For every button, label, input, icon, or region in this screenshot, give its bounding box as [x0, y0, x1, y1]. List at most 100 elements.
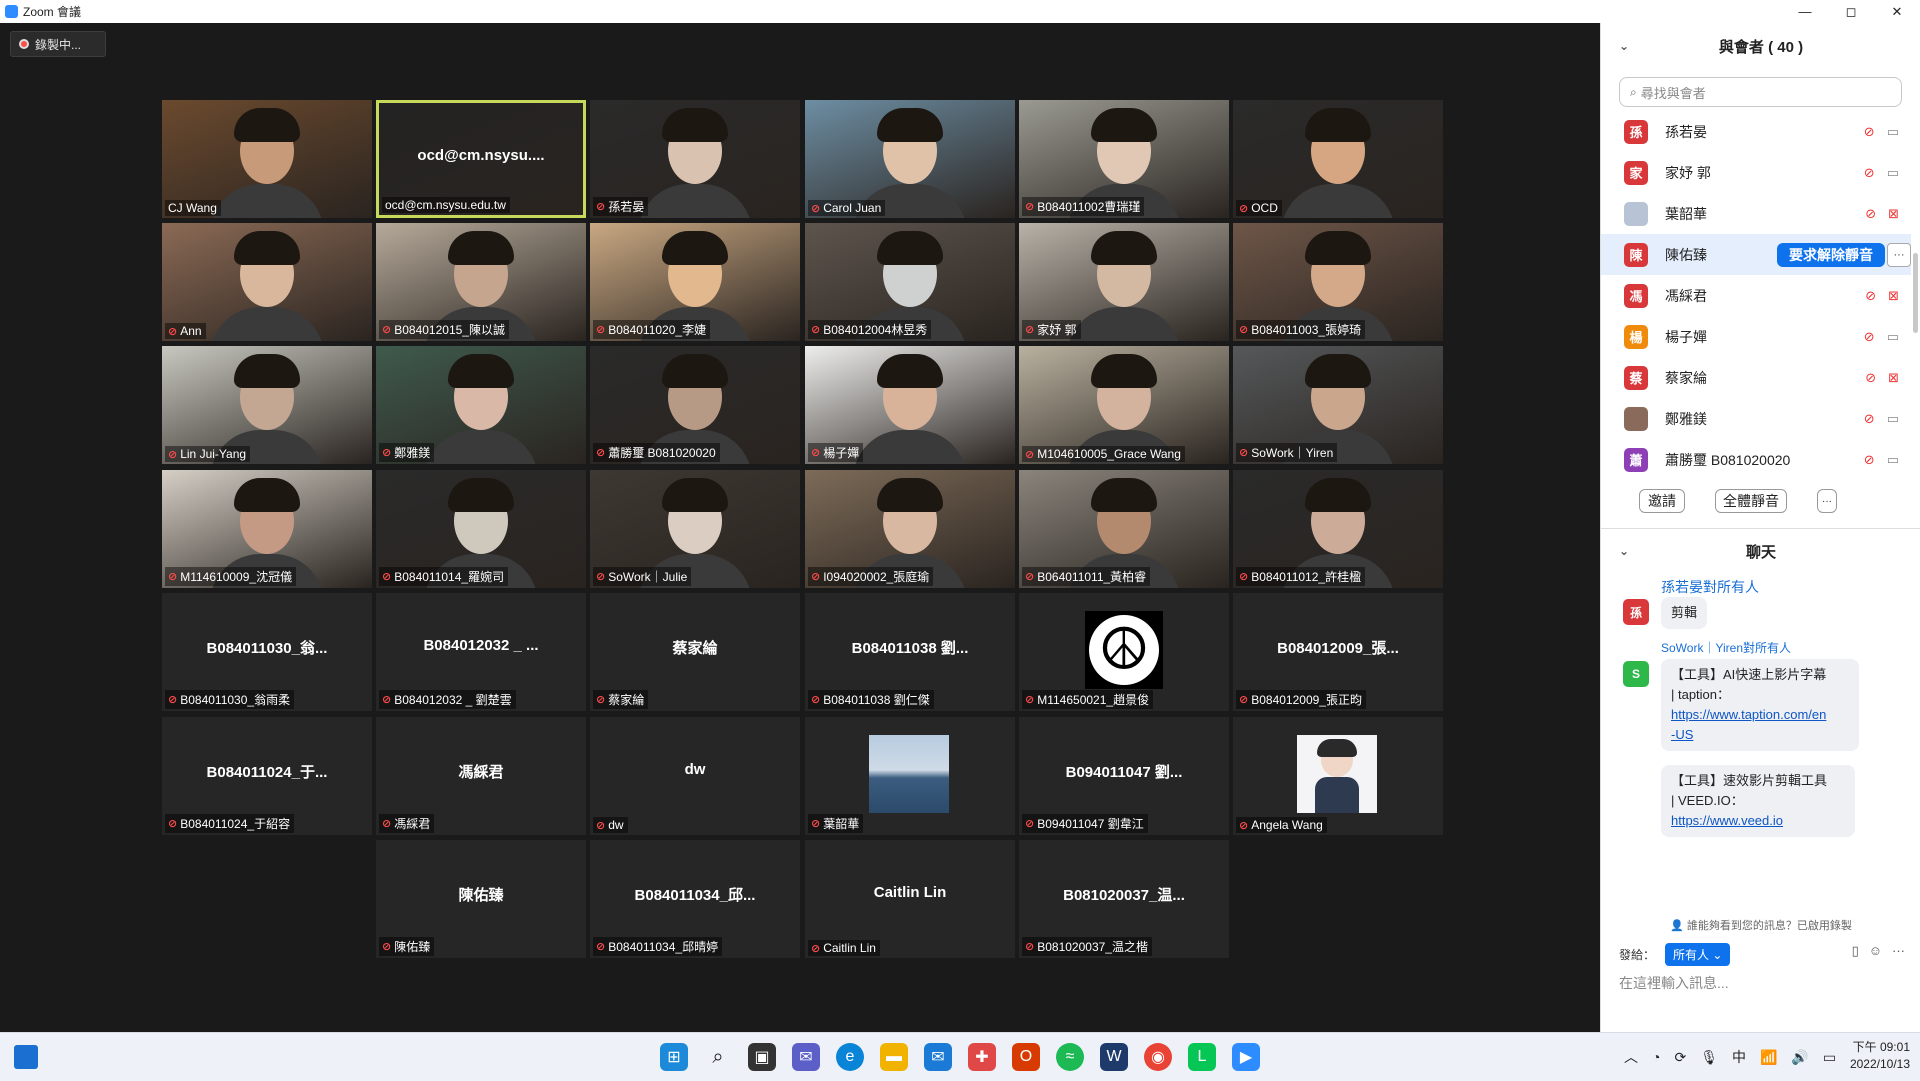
battery-icon[interactable]: ▭	[1823, 1049, 1836, 1066]
edge-browser-icon[interactable]: e	[836, 1043, 864, 1071]
video-tile[interactable]: 陳佑臻 ⊘ 陳佑臻	[376, 840, 586, 958]
video-tile[interactable]: ⊘ 葉韶華	[805, 717, 1015, 835]
notes-app-icon[interactable]: W	[1100, 1043, 1128, 1071]
video-tile[interactable]: B084011030_翁... ⊘ B084011030_翁雨柔	[162, 593, 372, 711]
chat-input[interactable]: 在這裡輸入訊息...	[1619, 973, 1729, 993]
chat-link[interactable]: -US	[1671, 727, 1693, 742]
tray-app-icon[interactable]: ◔	[1652, 1049, 1660, 1065]
volume-icon[interactable]: 🔊	[1791, 1049, 1808, 1066]
video-tile[interactable]: ⊘ Ann	[162, 223, 372, 341]
search-taskbar-icon[interactable]: ⌕	[704, 1043, 732, 1071]
video-camera-icon[interactable]: ▭	[1887, 329, 1899, 345]
video-tile[interactable]: ⊘ Angela Wang	[1233, 717, 1443, 835]
video-tile[interactable]: ⊘ OCD	[1233, 100, 1443, 218]
participant-row[interactable]: 孫孫若晏 ⊘ ▭	[1601, 111, 1911, 152]
video-tile[interactable]: ⊘ B084011003_張婷琦	[1233, 223, 1443, 341]
line-app-icon[interactable]: L	[1188, 1043, 1216, 1071]
spotify-icon[interactable]: ≈	[1056, 1043, 1084, 1071]
video-tile[interactable]: CJ Wang	[162, 100, 372, 218]
video-tile[interactable]: ⊘ B084012015_陳以誠	[376, 223, 586, 341]
video-tile[interactable]: B084011034_邱... ⊘ B084011034_邱晴婷	[590, 840, 800, 958]
participant-more-button[interactable]: ···	[1887, 242, 1911, 267]
video-tile[interactable]: ⊘ Carol Juan	[805, 100, 1015, 218]
video-camera-icon[interactable]: ▭	[1887, 165, 1899, 181]
send-to-dropdown[interactable]: 所有人 ⌄	[1665, 943, 1731, 966]
chat-visibility-notice[interactable]: 👤 誰能夠看到您的訊息？已啟用錄製	[1601, 917, 1920, 933]
wifi-icon[interactable]: 📶	[1760, 1049, 1777, 1066]
collapse-chevron-icon[interactable]: ⌄	[1619, 39, 1629, 53]
participants-more-button[interactable]: ···	[1817, 489, 1837, 513]
video-tile[interactable]: B084012032 _ ... ⊘ B084012032 _ 劉楚雲	[376, 593, 586, 711]
zoom-taskbar-icon[interactable]: ▶	[1232, 1043, 1260, 1071]
chat-collapse-chevron-icon[interactable]: ⌄	[1619, 544, 1629, 558]
gift-app-icon[interactable]: ✚	[968, 1043, 996, 1071]
video-tile[interactable]: ⊘ SoWork｜Yiren	[1233, 346, 1443, 464]
close-button[interactable]: ✕	[1874, 0, 1920, 23]
video-tile[interactable]: ⊘ B064011011_黃柏睿	[1019, 470, 1229, 588]
muted-mic-icon[interactable]: ⊘	[1864, 124, 1875, 140]
video-off-icon[interactable]: ⊠	[1888, 288, 1899, 304]
video-tile[interactable]: 蔡家綸 ⊘ 蔡家綸	[590, 593, 800, 711]
muted-mic-icon[interactable]: ⊘	[1864, 452, 1875, 468]
video-tile[interactable]: ⊘ 家妤 郭	[1019, 223, 1229, 341]
video-tile[interactable]: ⊘ 楊子嬋	[805, 346, 1015, 464]
video-tile[interactable]: ☮ ⊘ M114650021_趙景俊	[1019, 593, 1229, 711]
video-off-icon[interactable]: ⊠	[1888, 370, 1899, 386]
ime-indicator[interactable]: 中	[1732, 1047, 1746, 1067]
video-tile[interactable]: ⊘ 鄭雅鎂	[376, 346, 586, 464]
video-tile[interactable]: B084011024_于... ⊘ B084011024_于紹容	[162, 717, 372, 835]
office-icon[interactable]: O	[1012, 1043, 1040, 1071]
participant-search-input[interactable]: ⌕ 尋找與會者	[1619, 77, 1902, 107]
video-off-icon[interactable]: ⊠	[1888, 206, 1899, 222]
video-tile[interactable]: ⊘ M104610005_Grace Wang	[1019, 346, 1229, 464]
muted-mic-icon[interactable]: ⊘	[1865, 370, 1876, 386]
teams-chat-icon[interactable]: ✉	[792, 1043, 820, 1071]
video-tile[interactable]: B094011047 劉... ⊘ B094011047 劉韋江	[1019, 717, 1229, 835]
chat-link[interactable]: https://www.veed.io	[1671, 813, 1783, 828]
maximize-button[interactable]: ◻	[1828, 0, 1874, 23]
mail-icon[interactable]: ✉	[924, 1043, 952, 1071]
muted-mic-icon[interactable]: ⊘	[1864, 165, 1875, 181]
participant-row[interactable]: 蕭蕭勝璽 B081020020 ⊘ ▭	[1601, 439, 1911, 480]
participant-row[interactable]: 陳陳佑臻 要求解除靜音 ···	[1601, 234, 1911, 275]
video-tile[interactable]: ⊘ B084011014_羅婉司	[376, 470, 586, 588]
start-icon[interactable]: ⊞	[660, 1043, 688, 1071]
show-desktop-widget-icon[interactable]	[14, 1045, 38, 1069]
emoji-icon[interactable]: ☺	[1869, 943, 1882, 959]
participant-row[interactable]: 馮馮綵君 ⊘ ⊠	[1601, 275, 1911, 316]
video-tile[interactable]: B084011038 劉... ⊘ B084011038 劉仁傑	[805, 593, 1015, 711]
participant-row[interactable]: 楊楊子嬋 ⊘ ▭	[1601, 316, 1911, 357]
taskbar-clock[interactable]: 下午 09:01 2022/10/13	[1850, 1039, 1910, 1073]
muted-mic-icon[interactable]: ⊘	[1865, 206, 1876, 222]
file-icon[interactable]: ▯	[1852, 943, 1859, 959]
participant-row[interactable]: 鄭雅鎂 ⊘ ▭	[1601, 398, 1911, 439]
video-camera-icon[interactable]: ▭	[1887, 411, 1899, 427]
participant-row[interactable]: 家家妤 郭 ⊘ ▭	[1601, 152, 1911, 193]
video-camera-icon[interactable]: ▭	[1887, 124, 1899, 140]
muted-mic-icon[interactable]: ⊘	[1864, 411, 1875, 427]
muted-mic-icon[interactable]: ⊘	[1864, 329, 1875, 345]
video-tile[interactable]: 馮綵君 ⊘ 馮綵君	[376, 717, 586, 835]
participant-scrollbar[interactable]	[1913, 253, 1918, 333]
chat-link[interactable]: https://www.taption.com/en	[1671, 707, 1826, 722]
video-tile[interactable]: dw ⊘ dw	[590, 717, 800, 835]
file-explorer-icon[interactable]: ▬	[880, 1043, 908, 1071]
tray-chevron-icon[interactable]: ︿	[1624, 1047, 1638, 1067]
mute-all-button[interactable]: 全體靜音	[1715, 489, 1787, 513]
video-tile[interactable]: B084012009_張... ⊘ B084012009_張正昀	[1233, 593, 1443, 711]
ask-to-unmute-button[interactable]: 要求解除靜音	[1777, 242, 1885, 267]
video-tile[interactable]: ⊘ B084011012_許桂楹	[1233, 470, 1443, 588]
video-tile[interactable]: ⊘ B084011002曹瑞瑾	[1019, 100, 1229, 218]
video-tile[interactable]: ocd@cm.nsysu.... ocd@cm.nsysu.edu.tw	[376, 100, 586, 218]
video-tile[interactable]: ⊘ SoWork｜Julie	[590, 470, 800, 588]
minimize-button[interactable]: —	[1782, 0, 1828, 23]
video-tile[interactable]: ⊘ 孫若晏	[590, 100, 800, 218]
video-tile[interactable]: ⊘ I094020002_張庭瑜	[805, 470, 1015, 588]
participant-row[interactable]: 蔡蔡家綸 ⊘ ⊠	[1601, 357, 1911, 398]
chat-more-icon[interactable]: ···	[1892, 943, 1905, 959]
video-tile[interactable]: ⊘ B084012004林昱秀	[805, 223, 1015, 341]
task-view-icon[interactable]: ▣	[748, 1043, 776, 1071]
video-camera-icon[interactable]: ▭	[1887, 452, 1899, 468]
video-tile[interactable]: ⊘ Lin Jui-Yang	[162, 346, 372, 464]
video-tile[interactable]: ⊘ B084011020_李婕	[590, 223, 800, 341]
